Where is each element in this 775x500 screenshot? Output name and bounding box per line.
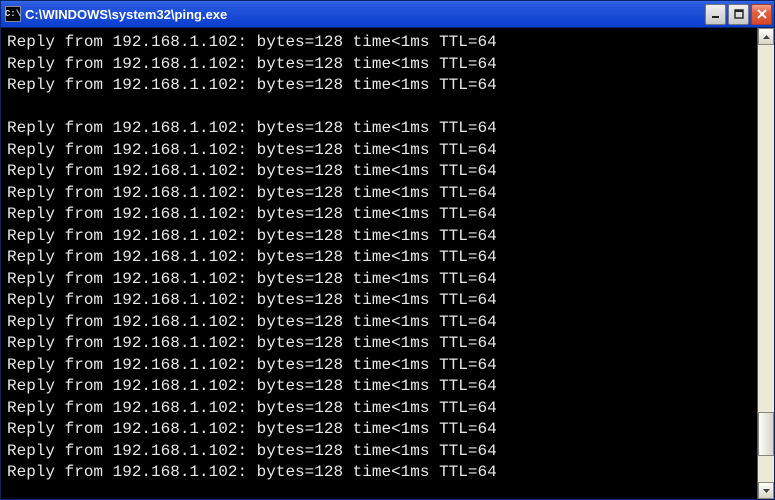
close-button[interactable] (751, 4, 772, 25)
app-icon: C:\ (5, 6, 21, 22)
scrollbar-track[interactable] (758, 45, 774, 482)
terminal-line (7, 97, 757, 119)
minimize-icon (711, 9, 721, 19)
terminal-line: Reply from 192.168.1.102: bytes=128 time… (7, 204, 757, 226)
window-title: C:\WINDOWS\system32\ping.exe (25, 7, 705, 22)
terminal-line: Reply from 192.168.1.102: bytes=128 time… (7, 462, 757, 484)
minimize-button[interactable] (705, 4, 726, 25)
title-bar[interactable]: C:\ C:\WINDOWS\system32\ping.exe (1, 1, 774, 27)
maximize-icon (734, 9, 744, 19)
chevron-down-icon (763, 489, 770, 493)
app-window: C:\ C:\WINDOWS\system32\ping.exe Re (0, 0, 775, 500)
terminal-line: Reply from 192.168.1.102: bytes=128 time… (7, 54, 757, 76)
scrollbar-thumb[interactable] (758, 412, 774, 456)
terminal-line: Reply from 192.168.1.102: bytes=128 time… (7, 183, 757, 205)
vertical-scrollbar[interactable] (757, 28, 774, 499)
terminal-line: Reply from 192.168.1.102: bytes=128 time… (7, 32, 757, 54)
chevron-up-icon (763, 35, 770, 39)
terminal-line: Reply from 192.168.1.102: bytes=128 time… (7, 355, 757, 377)
maximize-button[interactable] (728, 4, 749, 25)
terminal-line: Reply from 192.168.1.102: bytes=128 time… (7, 75, 757, 97)
window-controls (705, 4, 772, 25)
terminal-line: Reply from 192.168.1.102: bytes=128 time… (7, 247, 757, 269)
terminal-output[interactable]: Reply from 192.168.1.102: bytes=128 time… (1, 28, 757, 499)
terminal-line: Reply from 192.168.1.102: bytes=128 time… (7, 290, 757, 312)
terminal-line: Reply from 192.168.1.102: bytes=128 time… (7, 441, 757, 463)
scroll-down-button[interactable] (758, 482, 774, 499)
terminal-line: Reply from 192.168.1.102: bytes=128 time… (7, 398, 757, 420)
terminal-line: Reply from 192.168.1.102: bytes=128 time… (7, 269, 757, 291)
terminal-line: Reply from 192.168.1.102: bytes=128 time… (7, 118, 757, 140)
terminal-line: Reply from 192.168.1.102: bytes=128 time… (7, 140, 757, 162)
close-icon (757, 9, 767, 19)
scroll-up-button[interactable] (758, 28, 774, 45)
terminal-line: Reply from 192.168.1.102: bytes=128 time… (7, 419, 757, 441)
terminal-line: Reply from 192.168.1.102: bytes=128 time… (7, 161, 757, 183)
terminal-line: Reply from 192.168.1.102: bytes=128 time… (7, 333, 757, 355)
client-area: Reply from 192.168.1.102: bytes=128 time… (1, 27, 774, 499)
terminal-line: Reply from 192.168.1.102: bytes=128 time… (7, 226, 757, 248)
terminal-line: Reply from 192.168.1.102: bytes=128 time… (7, 312, 757, 334)
terminal-line: Reply from 192.168.1.102: bytes=128 time… (7, 376, 757, 398)
